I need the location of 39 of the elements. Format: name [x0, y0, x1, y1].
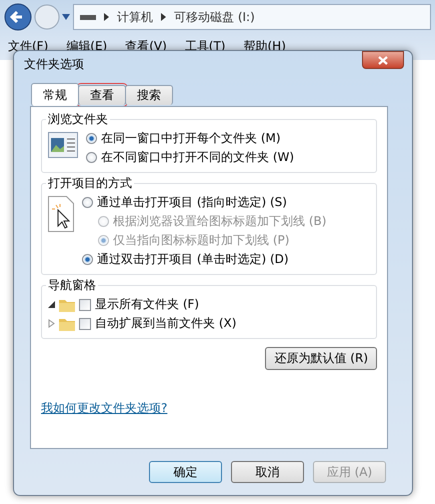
expanded-arrow-icon[interactable]	[48, 301, 55, 308]
breadcrumb-item[interactable]: 计算机	[117, 8, 153, 26]
option-label[interactable]: 在不同窗口中打开不同的文件夹 (W)	[101, 149, 294, 166]
document-cursor-icon	[48, 196, 74, 232]
dialog-title: 文件夹选项	[24, 56, 84, 73]
address-bar[interactable]: 计算机 可移动磁盘 (I:)	[73, 4, 431, 30]
tab[interactable]: 搜索	[125, 85, 173, 105]
dialog-button[interactable]: 取消	[231, 461, 304, 483]
window-icon	[48, 132, 78, 158]
collapsed-arrow-icon[interactable]	[48, 319, 55, 328]
group-title: 浏览文件夹	[46, 111, 110, 128]
option-label[interactable]: 自动扩展到当前文件夹 (X)	[95, 315, 236, 332]
group-title: 打开项目的方式	[46, 175, 134, 192]
checkbox[interactable]	[79, 298, 91, 310]
close-icon	[378, 56, 388, 64]
option-label[interactable]: 通过双击打开项目 (单击时选定) (D)	[97, 251, 289, 268]
group-title: 导航窗格	[46, 277, 98, 294]
breadcrumb-item[interactable]: 可移动磁盘 (I:)	[174, 8, 255, 26]
close-button[interactable]	[362, 51, 404, 69]
chevron-icon[interactable]	[161, 13, 166, 21]
tab[interactable]: 查看	[78, 85, 126, 105]
radio-button[interactable]	[82, 197, 93, 208]
option-label[interactable]: 在同一窗口中打开每个文件夹 (M)	[101, 130, 281, 147]
drive-icon	[80, 13, 96, 21]
radio-button[interactable]	[82, 254, 93, 265]
dialog-button[interactable]: 确定	[149, 461, 222, 483]
help-link[interactable]: 我如何更改文件夹选项?	[41, 400, 168, 417]
option-label[interactable]: 通过单击打开项目 (指向时选定) (S)	[97, 194, 287, 211]
folder-icon	[59, 298, 75, 312]
dropdown-caret-icon[interactable]	[62, 14, 70, 20]
radio-button[interactable]	[86, 152, 97, 163]
radio-button[interactable]	[86, 133, 97, 144]
chevron-icon[interactable]	[104, 13, 109, 21]
checkbox[interactable]	[79, 318, 91, 330]
back-icon[interactable]	[4, 3, 32, 31]
option-label[interactable]: 显示所有文件夹 (F)	[95, 296, 200, 313]
folder-icon	[59, 316, 75, 330]
tab[interactable]: 常规	[31, 83, 79, 106]
restore-defaults-button[interactable]: 还原为默认值 (R)	[265, 347, 377, 370]
